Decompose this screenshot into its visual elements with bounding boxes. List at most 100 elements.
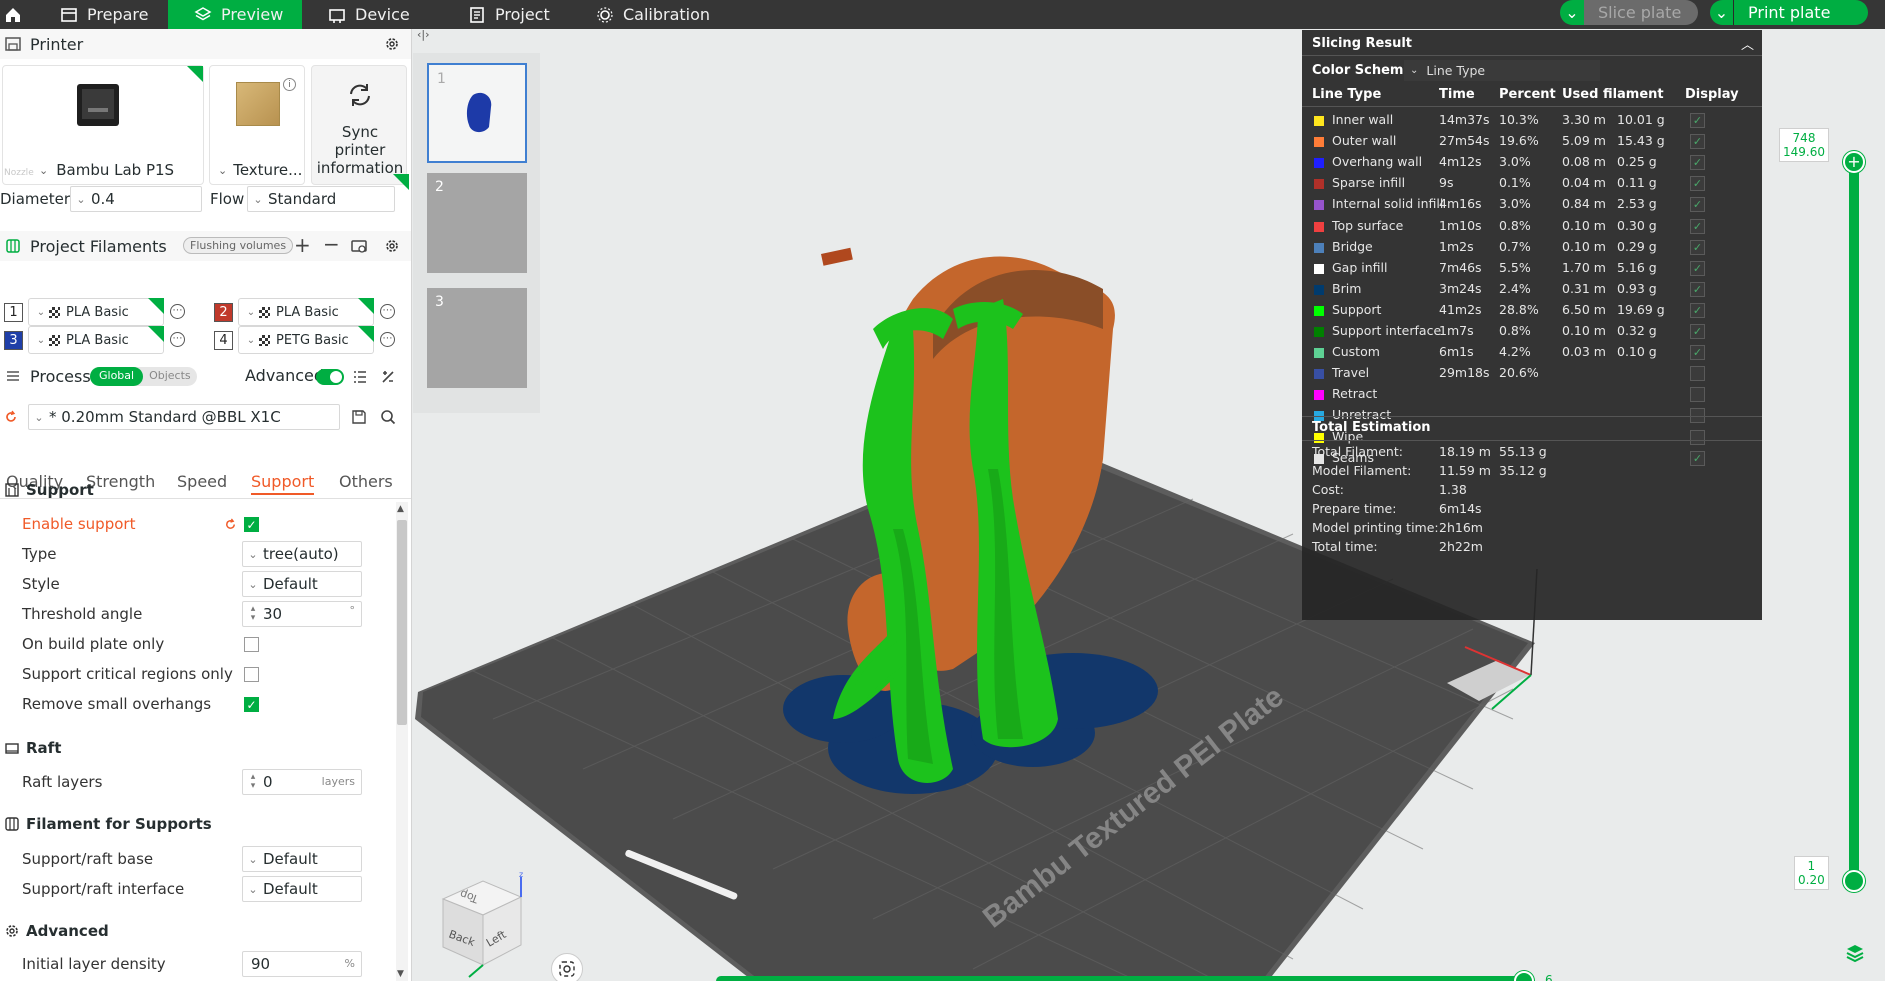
filament-select-1[interactable]: ⌄ PLA Basic: [28, 298, 164, 326]
list-icon[interactable]: [352, 369, 368, 385]
plate-image: [236, 82, 280, 126]
flow-select[interactable]: ⌄ Standard: [247, 186, 395, 212]
tab-support[interactable]: Support: [251, 472, 315, 495]
printer-icon: [5, 37, 21, 51]
filament-select-2[interactable]: ⌄ PLA Basic: [238, 298, 374, 326]
stepper-arrows-icon[interactable]: ▴ ▾: [243, 605, 263, 623]
filament-index-badge: 3: [4, 331, 23, 350]
display-checkbox[interactable]: ✓: [1690, 113, 1705, 128]
scrollbar[interactable]: ▲ ▼: [396, 502, 408, 981]
objects-option[interactable]: Objects: [143, 367, 197, 386]
display-checkbox[interactable]: ✓: [1690, 302, 1705, 318]
filament-select-4[interactable]: ⌄ PETG Basic: [238, 326, 374, 354]
plate-thumbnail-3[interactable]: 3: [427, 288, 527, 388]
line-type-percent: 4.2%: [1499, 344, 1531, 360]
support-style-value: Default: [263, 575, 318, 593]
threshold-stepper[interactable]: ▴ ▾ 30 °: [242, 601, 362, 627]
layer-slider-track[interactable]: [1849, 160, 1859, 875]
display-checkbox[interactable]: ✓: [1690, 197, 1705, 213]
tab-device[interactable]: Device: [302, 0, 442, 29]
support-type-select[interactable]: ⌄ tree(auto): [242, 541, 362, 567]
tab-project[interactable]: Project: [442, 0, 582, 29]
filament-more-icon[interactable]: ⋯: [170, 332, 185, 347]
collapse-sidebar-icon[interactable]: ‹|›: [417, 28, 430, 41]
process-preset-select[interactable]: ⌄ * 0.20mm Standard @BBL X1C: [28, 404, 340, 430]
scroll-down-icon[interactable]: ▼: [397, 969, 404, 979]
filament-select-3[interactable]: ⌄ PLA Basic: [28, 326, 164, 354]
raft-interface-select[interactable]: ⌄ Default: [242, 876, 362, 902]
line-type-row: Bridge 1m2s 0.7% 0.10 m 0.29 g ✓: [1302, 237, 1762, 258]
plate-card[interactable]: i ⌄ Texture...: [209, 65, 305, 185]
build-plate-only-label: On build plate only: [22, 635, 165, 653]
plate-thumbnail-2[interactable]: 2: [427, 173, 527, 273]
filament-more-icon[interactable]: ⋯: [170, 304, 185, 319]
critical-regions-label: Support critical regions only: [22, 665, 233, 683]
tab-speed[interactable]: Speed: [177, 472, 227, 491]
search-icon[interactable]: [380, 409, 396, 425]
raft-base-select[interactable]: ⌄ Default: [242, 846, 362, 872]
plate-thumbnail-1[interactable]: 1: [427, 63, 527, 163]
reset-icon[interactable]: [224, 518, 237, 531]
display-checkbox[interactable]: ✓: [1690, 324, 1705, 339]
flushing-volumes-button[interactable]: Flushing volumes: [183, 237, 294, 254]
tab-strength[interactable]: Strength: [86, 472, 155, 491]
support-style-select[interactable]: ⌄ Default: [242, 571, 362, 597]
line-type-percent: 20.6%: [1499, 365, 1539, 381]
print-plate-button[interactable]: ⌄ Print plate: [1710, 0, 1868, 25]
3d-viewport[interactable]: Bambu Textured PEI Plate ‹|› 1 2 3 Top B…: [413, 28, 1885, 981]
snapshot-button[interactable]: [551, 953, 583, 981]
layers-icon[interactable]: [1844, 942, 1866, 964]
slice-plate-button[interactable]: ⌄ Slice plate: [1560, 0, 1698, 25]
remove-filament-icon[interactable]: −: [323, 232, 340, 256]
tab-preview[interactable]: Preview: [168, 0, 302, 29]
advanced-toggle[interactable]: [316, 369, 344, 385]
global-option[interactable]: Global: [90, 367, 144, 386]
display-checkbox[interactable]: [1690, 387, 1705, 403]
display-checkbox[interactable]: [1690, 366, 1705, 382]
collapse-icon[interactable]: ︿: [1741, 34, 1754, 53]
layer-slider-bottom-thumb[interactable]: [1843, 870, 1865, 892]
move-slider-track[interactable]: [716, 976, 1528, 981]
critical-regions-checkbox[interactable]: [244, 667, 259, 682]
display-checkbox[interactable]: ✓: [1690, 134, 1705, 150]
diameter-select[interactable]: ⌄ 0.4: [70, 186, 202, 212]
build-plate-only-checkbox[interactable]: [244, 637, 259, 652]
remove-small-overhangs-checkbox[interactable]: ✓: [244, 697, 259, 712]
global-objects-toggle[interactable]: Global Objects: [90, 367, 197, 386]
initial-layer-density-input[interactable]: 90 %: [242, 951, 362, 977]
display-checkbox[interactable]: ✓: [1690, 345, 1705, 361]
line-type-time: 1m2s: [1439, 238, 1474, 254]
home-button[interactable]: [0, 0, 26, 29]
reset-icon[interactable]: [4, 410, 18, 424]
filament-more-icon[interactable]: ⋯: [380, 304, 395, 319]
display-checkbox[interactable]: ✓: [1690, 176, 1705, 192]
tab-calibration[interactable]: Calibration: [582, 0, 742, 29]
sync-filament-icon[interactable]: [350, 237, 368, 255]
info-icon[interactable]: i: [283, 78, 296, 91]
display-checkbox[interactable]: ✓: [1690, 218, 1705, 234]
display-checkbox[interactable]: ✓: [1690, 239, 1705, 255]
sync-printer-button[interactable]: Sync printer information: [311, 65, 407, 185]
layer-slider-top-thumb[interactable]: +: [1843, 151, 1865, 173]
chevron-down-icon[interactable]: ⌄: [1710, 0, 1734, 25]
tab-others[interactable]: Others: [339, 472, 393, 491]
chevron-down-icon[interactable]: ⌄: [1560, 0, 1584, 25]
scrollbar-thumb[interactable]: [397, 520, 407, 725]
filament-more-icon[interactable]: ⋯: [380, 332, 395, 347]
printer-card[interactable]: ⌄ Bambu Lab P1S: [2, 65, 204, 185]
save-icon[interactable]: [351, 409, 367, 425]
compare-icon[interactable]: [380, 369, 396, 385]
display-checkbox[interactable]: ✓: [1690, 260, 1705, 276]
gear-icon[interactable]: [384, 238, 400, 254]
enable-support-checkbox[interactable]: ✓: [244, 517, 259, 532]
display-checkbox[interactable]: ✓: [1690, 155, 1705, 171]
gear-icon[interactable]: [384, 36, 400, 52]
view-cube[interactable]: Top Back Left z: [433, 869, 533, 981]
add-filament-icon[interactable]: +: [294, 233, 311, 257]
tab-prepare[interactable]: Prepare: [40, 0, 168, 29]
stepper-arrows-icon[interactable]: ▴ ▾: [243, 773, 263, 791]
color-scheme-select[interactable]: ⌄ Line Type: [1404, 60, 1600, 81]
display-checkbox[interactable]: ✓: [1690, 281, 1705, 297]
raft-layers-stepper[interactable]: ▴ ▾ 0 layers: [242, 769, 362, 795]
scroll-up-icon[interactable]: ▲: [397, 504, 404, 514]
